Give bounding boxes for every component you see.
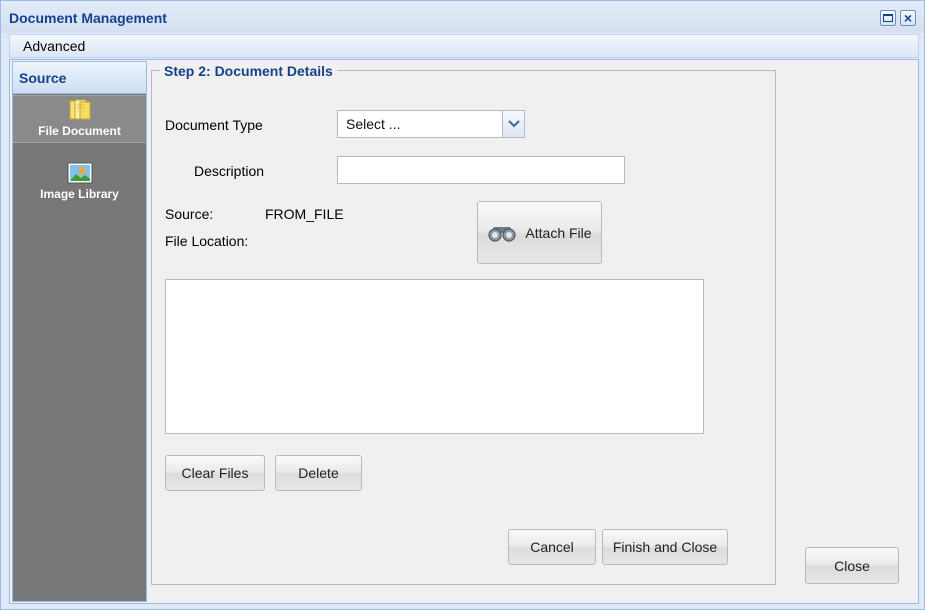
source-label: Source: <box>165 206 214 222</box>
binoculars-icon <box>488 226 517 242</box>
title-bar[interactable]: Document Management × <box>1 1 924 33</box>
window-body: Source File Document Image Library Step … <box>9 59 919 604</box>
file-location-label: File Location: <box>165 233 249 249</box>
clear-files-button[interactable]: Clear Files <box>165 455 265 491</box>
finish-and-close-button[interactable]: Finish and Close <box>602 529 728 565</box>
document-type-label: Document Type <box>165 117 263 133</box>
attach-file-label: Attach File <box>525 224 592 241</box>
cancel-button[interactable]: Cancel <box>508 529 596 565</box>
sidebar-title: Source <box>19 70 67 86</box>
description-label: Description <box>194 163 265 179</box>
menu-advanced[interactable]: Advanced <box>23 38 85 54</box>
folder-icon <box>69 99 90 120</box>
image-icon <box>67 162 92 184</box>
sidebar-item-label: File Document <box>38 124 121 138</box>
document-type-select[interactable]: Select ... <box>337 110 525 138</box>
sidebar-item-image-library[interactable]: Image Library <box>13 159 146 207</box>
attached-files-list[interactable] <box>165 279 704 434</box>
chevron-down-icon[interactable] <box>502 111 524 137</box>
sidebar-item-file-document[interactable]: File Document <box>13 95 146 143</box>
fieldset-legend: Step 2: Document Details <box>160 63 337 79</box>
source-value: FROM_FILE <box>265 206 344 222</box>
source-sidebar: Source File Document Image Library <box>12 61 147 602</box>
document-type-value: Select ... <box>346 116 401 132</box>
description-input[interactable] <box>337 156 625 184</box>
delete-button[interactable]: Delete <box>275 455 362 491</box>
close-window-button[interactable]: × <box>900 10 916 26</box>
close-icon: × <box>903 10 913 26</box>
maximize-button[interactable] <box>880 10 896 26</box>
menu-bar: Advanced <box>9 34 919 58</box>
window-title: Document Management <box>9 10 167 26</box>
attach-file-button[interactable]: Attach File <box>477 201 602 264</box>
sidebar-header: Source <box>13 62 146 94</box>
close-button[interactable]: Close <box>805 547 899 584</box>
maximize-icon <box>883 14 893 22</box>
document-management-window: Document Management × Advanced Source Fi… <box>0 0 925 610</box>
sidebar-item-label: Image Library <box>40 187 119 201</box>
